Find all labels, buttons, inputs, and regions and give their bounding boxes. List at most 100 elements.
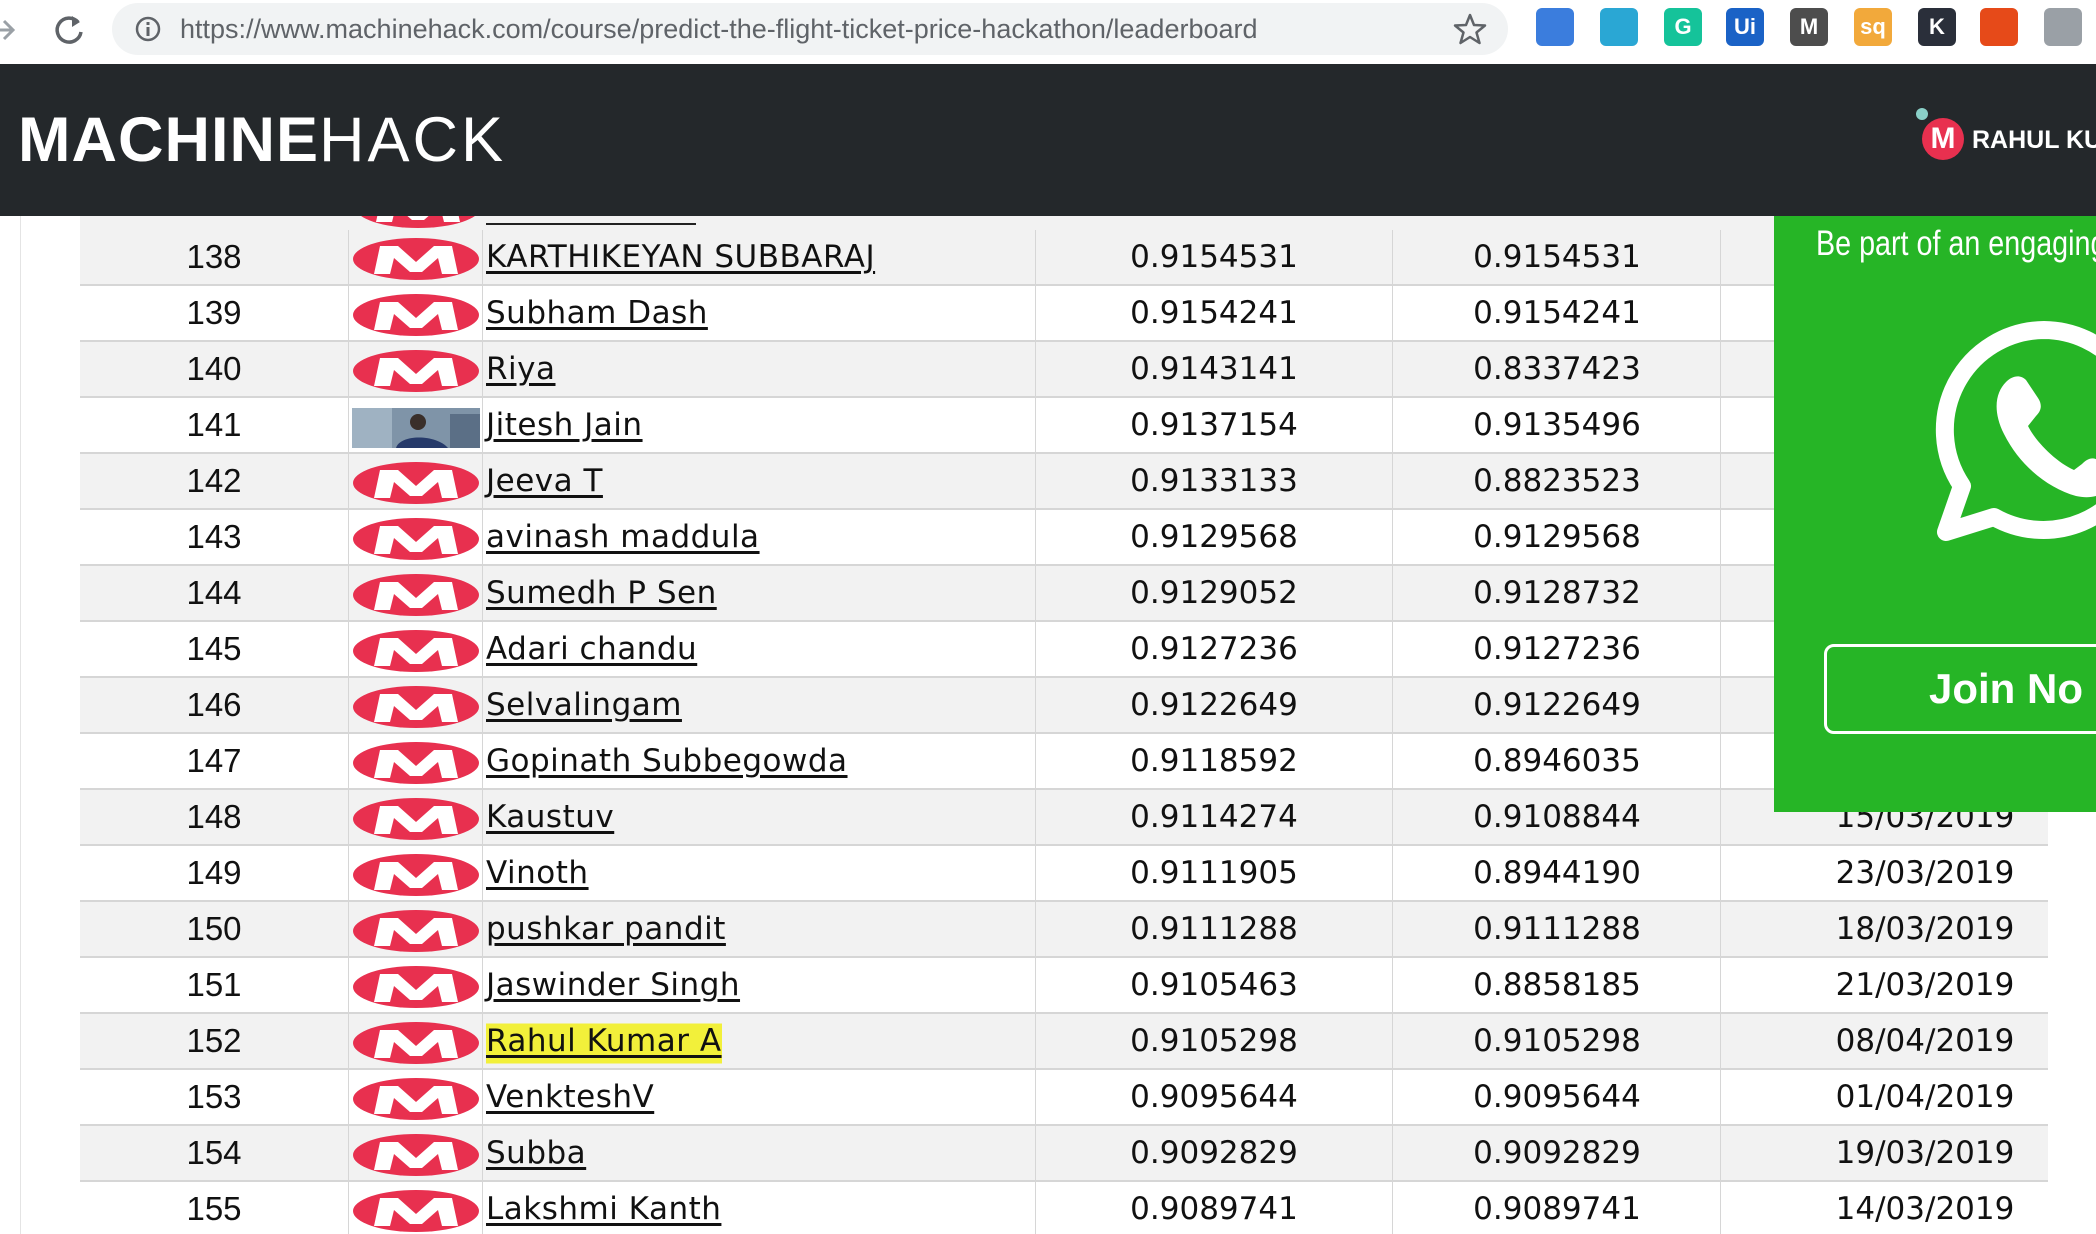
column-divider — [482, 1182, 483, 1234]
participant-name-link[interactable]: Lakshmi Kanth — [486, 1182, 721, 1234]
private-score-cell: 0.8858185 — [1473, 967, 1641, 1003]
avatar-cell[interactable] — [350, 790, 480, 844]
url-text[interactable]: https://www.machinehack.com/course/predi… — [180, 3, 1258, 55]
column-divider — [348, 734, 349, 788]
machinehack-m-logo-icon — [353, 686, 479, 728]
participant-name-link[interactable]: Jeeva T — [486, 454, 603, 508]
user-avatar[interactable]: M — [1922, 118, 1964, 160]
avatar-cell[interactable] — [350, 1126, 480, 1180]
rank-cell: 152 — [186, 1022, 242, 1059]
participant-name-link[interactable]: Rahul Kumar A — [486, 1014, 722, 1068]
avatar-cell[interactable] — [350, 510, 480, 564]
column-divider — [1720, 678, 1721, 732]
rank-cell: 140 — [186, 350, 242, 387]
column-divider — [1392, 566, 1393, 620]
column-divider — [1720, 1182, 1721, 1234]
avatar-cell[interactable] — [350, 342, 480, 396]
column-divider — [482, 1014, 483, 1068]
private-score-cell: 0.8944190 — [1473, 855, 1641, 891]
extension-ui-icon[interactable]: Ui — [1726, 8, 1764, 46]
column-divider — [482, 566, 483, 620]
participant-name-link[interactable]: Jaswinder Singh — [486, 958, 740, 1012]
participant-name-link[interactable]: Adari chandu — [486, 622, 697, 676]
column-divider — [1720, 230, 1721, 284]
extension-sq-icon[interactable]: sq — [1854, 8, 1892, 46]
avatar-cell[interactable] — [350, 958, 480, 1012]
avatar-cell[interactable] — [350, 230, 480, 284]
private-score-cell: 0.8337423 — [1473, 351, 1641, 387]
machinehack-logo[interactable]: MACHINEHACK — [18, 104, 506, 176]
avatar-cell[interactable] — [350, 622, 480, 676]
public-score-cell: 0.9129052 — [1130, 575, 1298, 611]
participant-name-link[interactable]: Subham Dash — [486, 286, 708, 340]
avatar-cell[interactable] — [350, 734, 480, 788]
extension-k-icon[interactable]: K — [1918, 8, 1956, 46]
participant-name-link[interactable]: pushkar pandit — [486, 902, 726, 956]
column-divider — [1720, 454, 1721, 508]
site-info-icon[interactable] — [134, 15, 162, 43]
participant-name-link[interactable]: Riya — [486, 342, 556, 396]
participant-name-link[interactable]: Kaustuv — [486, 790, 614, 844]
join-now-button[interactable]: Join No — [1824, 644, 2096, 734]
private-score-cell: 0.9128732 — [1473, 575, 1641, 611]
machinehack-m-logo-icon — [353, 1134, 479, 1176]
table-row: 139Subham Dash0.91542410.915424123/03/20… — [80, 286, 2048, 342]
avatar-cell[interactable] — [350, 566, 480, 620]
extension-hexagon-icon[interactable] — [1600, 8, 1638, 46]
rank-cell: 155 — [186, 1190, 242, 1227]
extension-translate-icon[interactable] — [1536, 8, 1574, 46]
rank-cell: 139 — [186, 294, 242, 331]
participant-name-link[interactable]: Subba — [486, 1126, 586, 1180]
rank-cell: 142 — [186, 462, 242, 499]
reload-icon[interactable] — [48, 10, 88, 50]
extension-shield-icon[interactable] — [2044, 8, 2082, 46]
table-row: 149 Vinoth 0.9111905 0.8944190 23/03/2019 — [80, 846, 2048, 902]
logo-bold-text: MACHINE — [18, 105, 319, 175]
table-row: 151 Jaswinder Singh 0.9105463 0.8858185 21/0… — [80, 958, 2048, 1014]
column-divider — [348, 678, 349, 732]
avatar-cell[interactable] — [350, 1070, 480, 1124]
extension-grammarly-icon[interactable]: G — [1664, 8, 1702, 46]
extension-m-icon[interactable]: M — [1790, 8, 1828, 46]
user-photo-avatar — [352, 408, 480, 448]
participant-name-link[interactable]: avinash maddula — [486, 510, 760, 564]
avatar-cell[interactable] — [350, 678, 480, 732]
address-bar[interactable]: https://www.machinehack.com/course/predi… — [112, 3, 1508, 55]
table-row: 155 Lakshmi Kanth 0.9089741 0.9089741 14/03/… — [80, 1182, 2048, 1234]
avatar-cell[interactable] — [350, 902, 480, 956]
bookmark-star-icon[interactable] — [1452, 11, 1488, 47]
forward-arrow-icon[interactable] — [0, 10, 20, 50]
machinehack-m-logo-icon — [353, 294, 479, 336]
column-divider — [1392, 846, 1393, 900]
column-divider — [1720, 846, 1721, 900]
submission-date-cell: 19/03/2019 — [1835, 1135, 2015, 1171]
machinehack-m-logo-icon — [353, 854, 479, 896]
avatar-cell[interactable] — [350, 1182, 480, 1234]
machinehack-m-logo-icon — [353, 798, 479, 840]
avatar-cell[interactable] — [350, 1014, 480, 1068]
participant-name-link[interactable]: KARTHIKEYAN SUBBARAJ — [486, 230, 875, 284]
participant-name-link[interactable]: Sumedh P Sen — [486, 566, 717, 620]
private-score-cell: 0.9092829 — [1473, 1135, 1641, 1171]
column-divider — [348, 230, 349, 284]
rank-cell: 146 — [186, 686, 242, 723]
avatar-cell[interactable] — [350, 454, 480, 508]
avatar-cell[interactable] — [350, 846, 480, 900]
participant-name-link[interactable]: Vinoth — [486, 846, 589, 900]
column-divider — [482, 790, 483, 844]
extension-arrows-icon[interactable] — [1980, 8, 2018, 46]
site-header: MACHINEHACK M RAHUL KU — [0, 64, 2096, 216]
avatar-cell[interactable] — [350, 398, 480, 452]
avatar-cell[interactable] — [350, 286, 480, 340]
private-score-cell: 0.9108844 — [1473, 799, 1641, 835]
participant-name-link[interactable]: Selvalingam — [486, 678, 682, 732]
public-score-cell: 0.9133133 — [1130, 463, 1298, 499]
user-name[interactable]: RAHUL KU — [1972, 122, 2096, 158]
participant-name-link[interactable]: Gopinath Subbegowda — [486, 734, 848, 788]
public-score-cell: 0.9118592 — [1130, 743, 1298, 779]
column-divider — [348, 958, 349, 1012]
participant-name-link[interactable]: Jitesh Jain — [486, 398, 643, 452]
participant-name-link[interactable]: VenkteshV — [486, 1070, 654, 1124]
column-divider — [348, 902, 349, 956]
public-score-cell: 0.9095644 — [1130, 1079, 1298, 1115]
